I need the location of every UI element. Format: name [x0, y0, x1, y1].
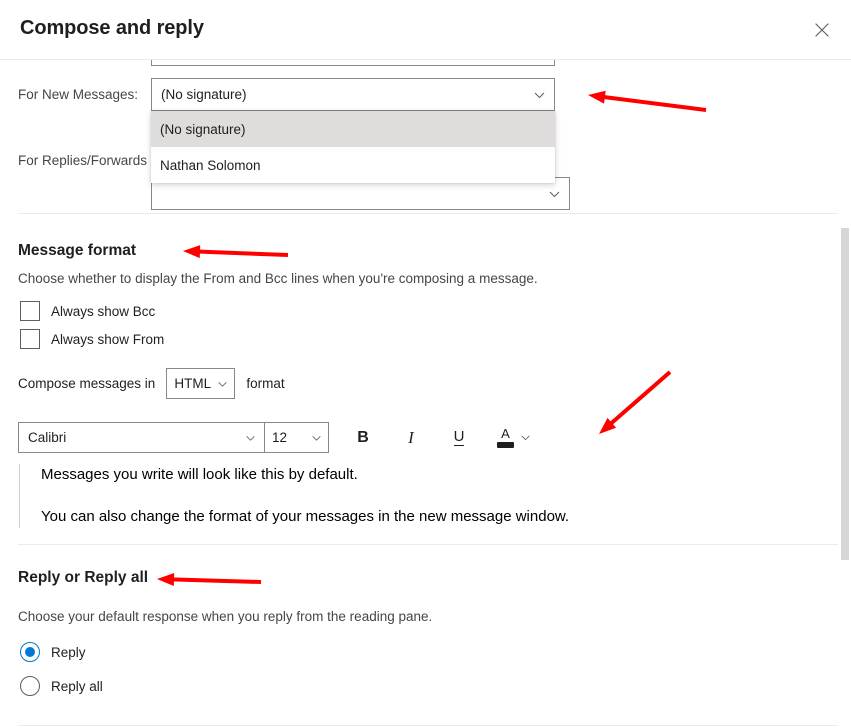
signature-new-messages-value: (No signature) — [161, 87, 247, 102]
scrollbar-thumb[interactable] — [841, 228, 849, 560]
dropdown-option-no-signature[interactable]: (No signature) — [151, 111, 555, 147]
chevron-down-icon — [533, 88, 546, 101]
radio-label: Reply all — [51, 678, 103, 694]
dropdown-option-nathan-solomon[interactable]: Nathan Solomon — [151, 147, 555, 183]
compose-format-dropdown[interactable]: HTML — [166, 368, 236, 399]
signature-dropdown-list[interactable]: (No signature) Nathan Solomon — [151, 111, 555, 183]
font-color-button[interactable]: A — [491, 422, 535, 453]
settings-content: For New Messages: (No signature) For Rep… — [0, 60, 851, 728]
close-icon — [814, 22, 830, 38]
dropdown-option-label: Nathan Solomon — [160, 157, 261, 173]
checkbox-box-icon — [20, 301, 40, 321]
font-color-letter: A — [501, 425, 510, 441]
heading-message-format: Message format — [18, 242, 137, 259]
radio-circle-icon — [20, 676, 40, 696]
sample-line: You can also change the format of your m… — [41, 508, 570, 525]
chevron-down-icon — [245, 432, 256, 443]
dropdown-option-label: (No signature) — [160, 121, 246, 137]
chevron-down-icon — [520, 432, 531, 443]
page-title: Compose and reply — [20, 17, 204, 39]
row-new-messages: For New Messages: — [18, 87, 138, 102]
section-divider — [18, 544, 838, 545]
underline-button[interactable]: U — [443, 422, 475, 453]
checkbox-label: Always show Bcc — [51, 303, 156, 319]
chevron-down-icon — [217, 378, 228, 389]
label-for-replies-forwards: For Replies/Forwards — [18, 153, 148, 168]
bold-button[interactable]: B — [347, 422, 379, 453]
panel-header: Compose and reply — [0, 0, 851, 60]
close-button[interactable] — [802, 10, 842, 50]
checkbox-label: Always show From — [51, 331, 165, 347]
bold-icon: B — [357, 428, 369, 446]
font-size-value: 12 — [272, 430, 288, 445]
radio-reply-all[interactable]: Reply all — [20, 676, 103, 696]
radio-reply[interactable]: Reply — [20, 642, 86, 662]
description-reply-or-reply-all: Choose your default response when you re… — [18, 609, 433, 624]
italic-icon: I — [408, 427, 414, 447]
clipped-field-above — [151, 60, 555, 66]
vertical-scrollbar[interactable] — [838, 60, 851, 728]
section-divider — [18, 725, 838, 726]
font-toolbar: Calibri 12 B I U A — [18, 422, 535, 453]
description-message-format: Choose whether to display the From and B… — [18, 271, 538, 286]
radio-label: Reply — [51, 644, 86, 660]
font-family-value: Calibri — [28, 430, 67, 445]
chevron-down-icon — [548, 187, 561, 200]
checkbox-always-show-from[interactable]: Always show From — [20, 329, 164, 349]
font-size-dropdown[interactable]: 12 — [264, 422, 329, 453]
checkbox-always-show-bcc[interactable]: Always show Bcc — [20, 301, 155, 321]
chevron-down-icon — [311, 432, 322, 443]
row-replies-forwards: For Replies/Forwards — [18, 153, 147, 168]
italic-button[interactable]: I — [395, 422, 427, 453]
label-for-new-messages: For New Messages: — [18, 87, 139, 102]
section-divider — [18, 213, 838, 214]
panel-scroll-body[interactable]: For New Messages: (No signature) For Rep… — [0, 60, 851, 728]
signature-new-messages-dropdown[interactable]: (No signature) — [151, 78, 555, 111]
compose-format-value: HTML — [174, 376, 212, 391]
checkbox-box-icon — [20, 329, 40, 349]
compose-in-lead-text: Compose messages in — [18, 376, 156, 391]
radio-circle-icon — [20, 642, 40, 662]
heading-reply-or-reply-all: Reply or Reply all — [18, 569, 149, 586]
font-color-icon: A — [497, 427, 514, 449]
underline-icon: U — [453, 428, 465, 446]
sample-line: Messages you write will look like this b… — [41, 466, 358, 483]
font-family-dropdown[interactable]: Calibri — [18, 422, 265, 453]
font-color-swatch — [497, 441, 514, 448]
row-compose-message-format: Compose messages in HTML format — [18, 368, 285, 399]
font-sample-preview: Messages you write will look like this b… — [19, 464, 719, 528]
compose-in-trail-text: format — [246, 376, 285, 391]
